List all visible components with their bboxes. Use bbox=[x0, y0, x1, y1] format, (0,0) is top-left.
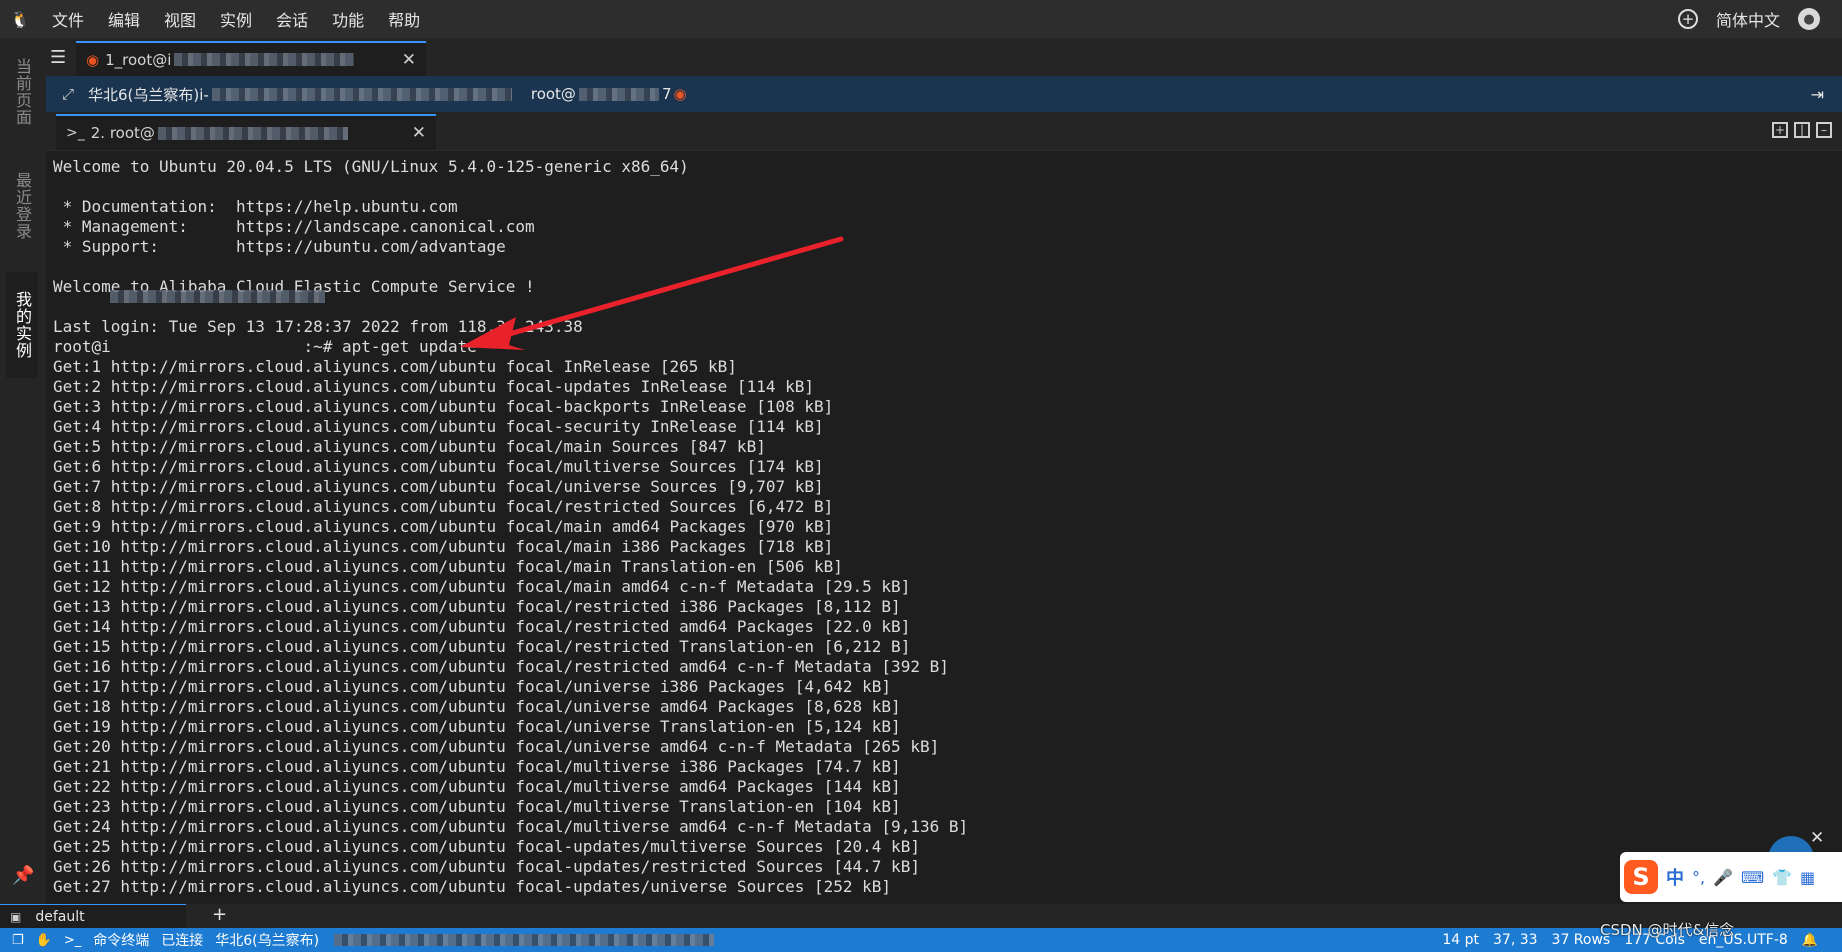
bottom-tab-bar: ▣ default + bbox=[0, 904, 1842, 928]
sidebar-tab-my-instances[interactable]: 我的实例 bbox=[6, 272, 38, 378]
split-vertical-icon[interactable]: | bbox=[1794, 122, 1810, 138]
close-icon[interactable]: ✕ bbox=[402, 50, 416, 70]
copy-icon[interactable]: ❐ bbox=[12, 933, 24, 948]
microphone-icon[interactable]: 🎤 bbox=[1713, 868, 1733, 887]
session-tab-label: 1_root@i bbox=[105, 50, 172, 69]
split-icons: + | – bbox=[1772, 122, 1832, 138]
skin-icon[interactable]: 👕 bbox=[1772, 868, 1792, 887]
split-horizontal-icon[interactable]: – bbox=[1816, 122, 1832, 138]
tab-default[interactable]: ▣ default bbox=[0, 904, 186, 928]
split-add-icon[interactable]: + bbox=[1772, 122, 1788, 138]
session-tab[interactable]: ◉ 1_root@i ✕ bbox=[76, 41, 426, 76]
host-region: 华北6(乌兰察布)i- bbox=[88, 85, 209, 104]
menu-edit[interactable]: 编辑 bbox=[96, 7, 152, 31]
tab-default-label: default bbox=[35, 908, 85, 925]
keyboard-icon[interactable]: ⌨ bbox=[1741, 868, 1764, 887]
redacted-text bbox=[211, 87, 512, 101]
user-avatar-icon[interactable]: ● bbox=[1798, 8, 1820, 30]
redacted-text bbox=[157, 126, 348, 140]
ubuntu-icon: ◉ bbox=[86, 50, 100, 69]
terminal-prompt-icon: >_ bbox=[63, 932, 82, 948]
terminal-output[interactable]: Welcome to Ubuntu 20.04.5 LTS (GNU/Linux… bbox=[46, 150, 1842, 903]
exit-icon[interactable]: ⇥ bbox=[1811, 85, 1824, 104]
terminal-tab[interactable]: >_ 2. root@ ✕ bbox=[56, 114, 436, 150]
redacted-text bbox=[334, 934, 715, 946]
annotation-arrow bbox=[460, 236, 844, 350]
pin-icon[interactable]: 📌 bbox=[12, 865, 34, 886]
terminal-prompt-icon: >_ bbox=[66, 125, 85, 141]
sogou-ime-icon[interactable]: S bbox=[1624, 860, 1658, 894]
menu-view[interactable]: 视图 bbox=[152, 7, 208, 31]
sidebar-tab-recent-login[interactable]: 最近登录 bbox=[6, 148, 38, 264]
menu-features[interactable]: 功能 bbox=[320, 7, 376, 31]
menu-file[interactable]: 文件 bbox=[40, 7, 96, 31]
hand-icon[interactable]: ✋ bbox=[36, 933, 52, 948]
host-info-bar: ⤢ 华北6(乌兰察布)i- root@ 7 ◉ ⇥ bbox=[46, 76, 1842, 112]
sidebar-tab-label: 我的实例 bbox=[13, 291, 32, 359]
menu-instance[interactable]: 实例 bbox=[208, 7, 264, 31]
terminal-icon: ▣ bbox=[10, 909, 22, 924]
add-tab-button[interactable]: + bbox=[212, 904, 227, 926]
session-tab-bar: ☰ ◉ 1_root@i ✕ bbox=[46, 38, 1842, 76]
plus-circle-icon[interactable]: + bbox=[1677, 9, 1698, 29]
ime-chinese-mode[interactable]: 中 bbox=[1666, 864, 1684, 890]
bell-icon[interactable]: 🔔 bbox=[1802, 933, 1818, 948]
menu-bar: 🐧 文件 编辑 视图 实例 会话 功能 帮助 + 简体中文 ● bbox=[0, 0, 1842, 38]
status-region: 华北6(乌兰察布) bbox=[215, 933, 320, 949]
status-cursor-pos: 37, 33 bbox=[1493, 932, 1538, 948]
status-connected: 已连接 bbox=[161, 933, 204, 949]
hamburger-icon[interactable]: ☰ bbox=[50, 47, 66, 68]
status-bar: ❐ ✋ >_ 命令终端 已连接 华北6(乌兰察布) 14 pt 37, 33 3… bbox=[0, 928, 1842, 952]
host-user-suffix: 7 bbox=[661, 85, 672, 103]
close-icon[interactable]: ✕ bbox=[1810, 828, 1824, 848]
ime-toolbar[interactable]: S 中 °, 🎤 ⌨ 👕 ▦ bbox=[1620, 852, 1842, 902]
host-user-prefix: root@ bbox=[530, 85, 576, 103]
redacted-text bbox=[578, 87, 659, 101]
ubuntu-icon: ◉ bbox=[673, 85, 687, 103]
language-selector[interactable]: 简体中文 bbox=[1716, 7, 1780, 31]
grid-icon[interactable]: ▦ bbox=[1800, 868, 1815, 887]
menu-session[interactable]: 会话 bbox=[264, 7, 320, 31]
expand-icon[interactable]: ⤢ bbox=[62, 85, 74, 103]
ime-punctuation[interactable]: °, bbox=[1692, 868, 1705, 887]
terminal-tab-bar: >_ 2. root@ ✕ + | – bbox=[46, 112, 1842, 150]
linux-logo-icon: 🐧 bbox=[10, 9, 30, 29]
status-font-size: 14 pt bbox=[1442, 932, 1479, 948]
close-icon[interactable]: ✕ bbox=[412, 123, 426, 143]
menu-help[interactable]: 帮助 bbox=[376, 7, 432, 31]
sidebar-tab-label: 当前页面 bbox=[13, 58, 32, 126]
sidebar-tab-label: 最近登录 bbox=[13, 172, 32, 240]
status-terminal: 命令终端 bbox=[93, 933, 150, 949]
sidebar-tab-current-page[interactable]: 当前页面 bbox=[6, 44, 38, 140]
redacted-text bbox=[174, 53, 355, 66]
watermark: CSDN @时代&信念 bbox=[1600, 921, 1735, 939]
terminal-tab-label: 2. root@ bbox=[90, 124, 155, 142]
left-sidebar: 当前页面 最近登录 我的实例 📌 bbox=[0, 38, 46, 904]
